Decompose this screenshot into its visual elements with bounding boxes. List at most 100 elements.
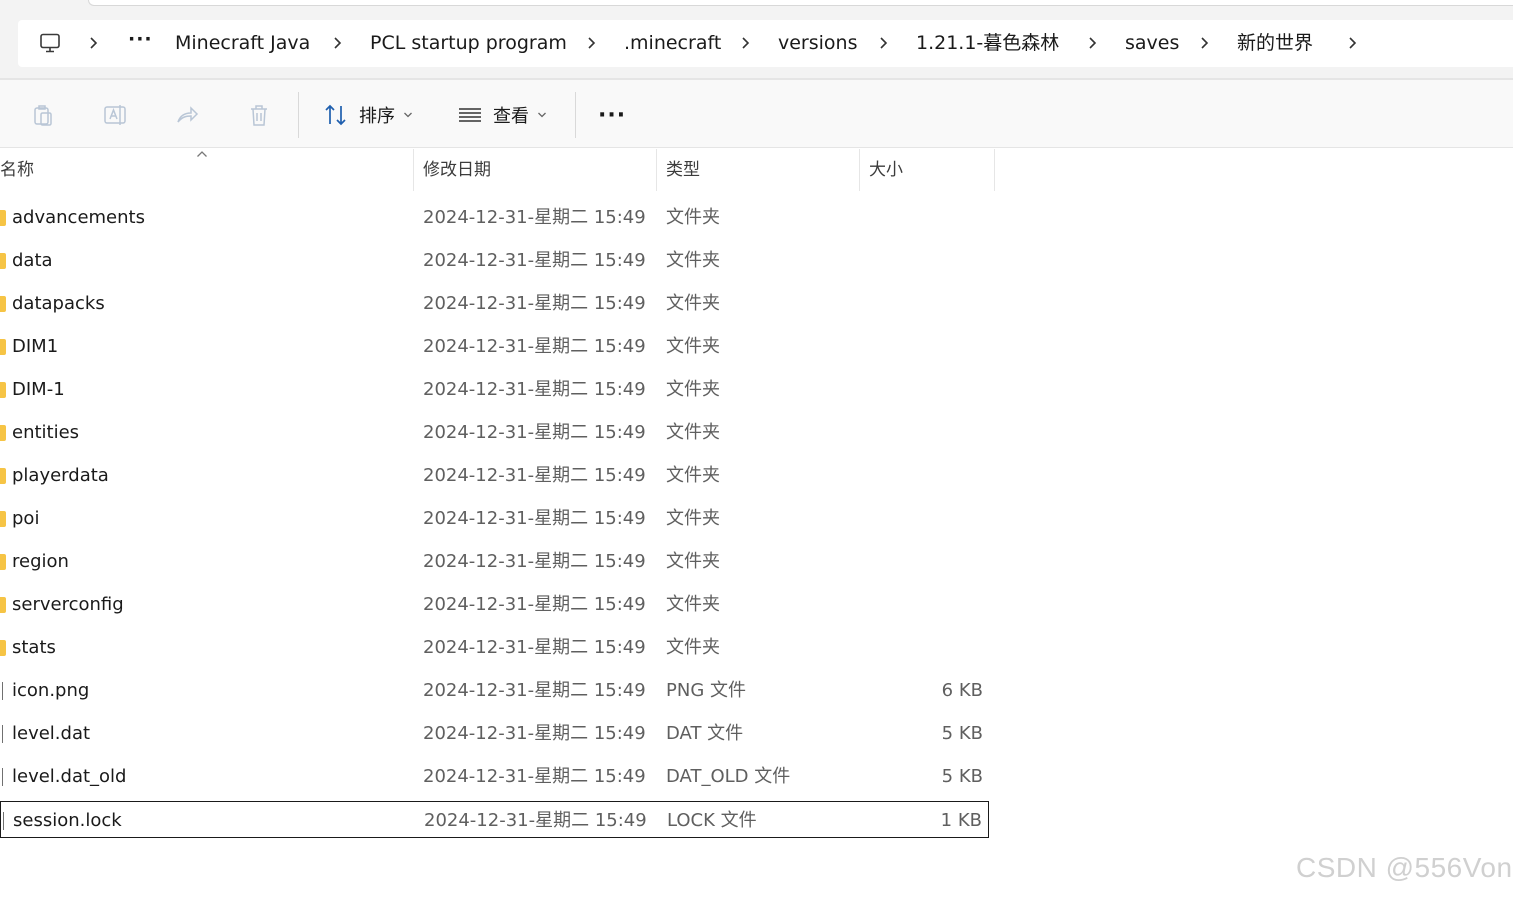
breadcrumb-saves[interactable]: saves: [1125, 30, 1179, 56]
chevron-down-icon: [538, 112, 546, 118]
breadcrumb-dot-minecraft[interactable]: .minecraft: [624, 30, 721, 56]
file-size: 5 KB: [941, 766, 983, 787]
file-row[interactable]: icon.png 2024-12-31-星期二 15:49 PNG 文件 6 KB: [0, 672, 989, 709]
monitor-icon[interactable]: [38, 31, 62, 55]
breadcrumb-version-folder[interactable]: 1.21.1-暮色森林: [916, 30, 1059, 56]
file-date-modified: 2024-12-31-星期二 15:49: [423, 250, 646, 271]
file-date-modified: 2024-12-31-星期二 15:49: [423, 336, 646, 357]
view-icon: [459, 108, 481, 122]
file-size: 1 KB: [940, 810, 982, 831]
file-row[interactable]: session.lock 2024-12-31-星期二 15:49 LOCK 文件 1…: [0, 801, 989, 838]
file-date-modified: 2024-12-31-星期二 15:49: [423, 508, 646, 529]
column-header-type[interactable]: 类型: [657, 149, 859, 191]
file-name: datapacks: [12, 293, 105, 314]
file-icon: [1, 812, 4, 830]
view-button[interactable]: 查看: [457, 102, 547, 128]
file-name: playerdata: [12, 465, 109, 486]
file-size: 6 KB: [941, 680, 983, 701]
rename-icon[interactable]: [102, 102, 128, 128]
sort-label: 排序: [359, 106, 395, 127]
file-row[interactable]: level.dat_old 2024-12-31-星期二 15:49 DAT_OLD…: [0, 758, 989, 795]
file-name: icon.png: [12, 680, 90, 701]
column-header-date[interactable]: 修改日期: [414, 149, 656, 191]
file-row[interactable]: region 2024-12-31-星期二 15:49 文件夹: [0, 543, 989, 580]
column-header-name[interactable]: 名称: [0, 149, 404, 191]
file-date-modified: 2024-12-31-星期二 15:49: [423, 723, 646, 744]
more-icon: ···: [598, 102, 627, 128]
file-row[interactable]: serverconfig 2024-12-31-星期二 15:49 文件夹: [0, 586, 989, 623]
folder-icon: [0, 640, 6, 656]
file-type: 文件夹: [666, 465, 720, 486]
file-row[interactable]: DIM1 2024-12-31-星期二 15:49 文件夹: [0, 328, 989, 365]
file-type: 文件夹: [666, 293, 720, 314]
folder-icon: [0, 468, 6, 484]
file-date-modified: 2024-12-31-星期二 15:49: [424, 810, 647, 831]
file-type: 文件夹: [666, 379, 720, 400]
breadcrumb-versions[interactable]: versions: [778, 30, 858, 56]
chevron-right-icon[interactable]: [1347, 34, 1359, 52]
file-name: session.lock: [13, 810, 122, 831]
column-header-size[interactable]: 大小: [860, 149, 994, 191]
chevron-right-icon[interactable]: [1087, 34, 1099, 52]
chevron-right-icon[interactable]: [1199, 34, 1211, 52]
folder-icon: [0, 339, 6, 355]
file-name: data: [12, 250, 53, 271]
share-icon[interactable]: [174, 102, 200, 128]
sort-button[interactable]: 排序: [323, 102, 413, 128]
chevron-right-icon[interactable]: [586, 34, 598, 52]
more-button[interactable]: ···: [598, 102, 626, 128]
file-date-modified: 2024-12-31-星期二 15:49: [423, 594, 646, 615]
breadcrumb-minecraft-java[interactable]: Minecraft Java: [175, 30, 310, 56]
file-icon: [0, 725, 3, 743]
breadcrumb-world[interactable]: 新的世界: [1237, 30, 1313, 56]
delete-icon[interactable]: [246, 102, 272, 128]
file-date-modified: 2024-12-31-星期二 15:49: [423, 293, 646, 314]
file-size: 5 KB: [941, 723, 983, 744]
title-area: ··· Minecraft Java PCL startup program .…: [0, 0, 1513, 80]
folder-icon: [0, 511, 6, 527]
chevron-right-icon[interactable]: [740, 34, 752, 52]
folder-icon: [0, 210, 6, 226]
file-date-modified: 2024-12-31-星期二 15:49: [423, 207, 646, 228]
file-row[interactable]: level.dat 2024-12-31-星期二 15:49 DAT 文件 5 KB: [0, 715, 989, 752]
file-row[interactable]: poi 2024-12-31-星期二 15:49 文件夹: [0, 500, 989, 537]
file-type: 文件夹: [666, 508, 720, 529]
file-type: 文件夹: [666, 551, 720, 572]
file-type: DAT 文件: [666, 723, 744, 744]
file-type: 文件夹: [666, 422, 720, 443]
file-date-modified: 2024-12-31-星期二 15:49: [423, 680, 646, 701]
file-type: LOCK 文件: [667, 810, 757, 831]
folder-icon: [0, 296, 6, 312]
file-row[interactable]: datapacks 2024-12-31-星期二 15:49 文件夹: [0, 285, 989, 322]
folder-icon: [0, 382, 6, 398]
file-row[interactable]: playerdata 2024-12-31-星期二 15:49 文件夹: [0, 457, 989, 494]
file-row[interactable]: stats 2024-12-31-星期二 15:49 文件夹: [0, 629, 989, 666]
file-row[interactable]: advancements 2024-12-31-星期二 15:49 文件夹: [0, 199, 989, 236]
chevron-right-icon[interactable]: [878, 34, 890, 52]
file-icon: [0, 682, 3, 700]
copy-icon[interactable]: [30, 102, 56, 128]
breadcrumb-overflow[interactable]: ···: [128, 26, 153, 52]
file-name: DIM1: [12, 336, 59, 357]
file-date-modified: 2024-12-31-星期二 15:49: [423, 637, 646, 658]
file-row[interactable]: DIM-1 2024-12-31-星期二 15:49 文件夹: [0, 371, 989, 408]
file-date-modified: 2024-12-31-星期二 15:49: [423, 422, 646, 443]
toolbar-separator: [575, 92, 576, 138]
file-type: 文件夹: [666, 637, 720, 658]
chevron-right-icon[interactable]: [332, 34, 344, 52]
file-row[interactable]: entities 2024-12-31-星期二 15:49 文件夹: [0, 414, 989, 451]
toolbar-separator: [298, 92, 299, 138]
file-date-modified: 2024-12-31-星期二 15:49: [423, 551, 646, 572]
address-bar[interactable]: ··· Minecraft Java PCL startup program .…: [18, 20, 1513, 67]
file-row[interactable]: data 2024-12-31-星期二 15:49 文件夹: [0, 242, 989, 279]
chevron-right-icon[interactable]: [88, 34, 100, 52]
sort-icon: [325, 104, 346, 126]
file-name: entities: [12, 422, 80, 443]
folder-icon: [0, 253, 6, 269]
file-name: level.dat_old: [12, 766, 127, 787]
file-name: advancements: [12, 207, 145, 228]
tab-strip-edge: [88, 0, 1513, 6]
file-type: 文件夹: [666, 207, 720, 228]
breadcrumb-pcl[interactable]: PCL startup program: [370, 30, 567, 56]
column-resizer[interactable]: [994, 149, 995, 191]
